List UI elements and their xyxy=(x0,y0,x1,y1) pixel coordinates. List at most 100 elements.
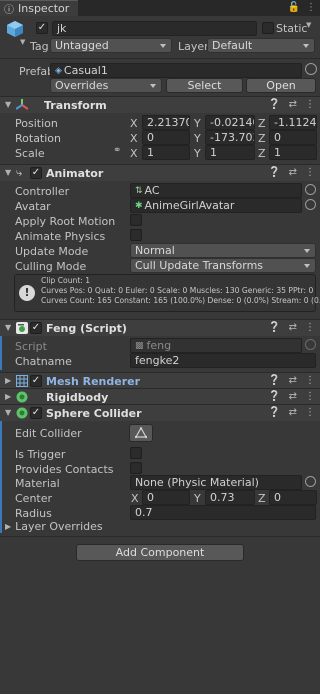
rotation-y-label[interactable]: Y xyxy=(194,132,201,145)
controller-field[interactable]: ⇅ AC xyxy=(130,183,302,198)
position-x-field[interactable]: 2.213707 xyxy=(142,115,190,130)
chatname-field[interactable]: fengke2 xyxy=(130,353,316,368)
preset-icon[interactable]: ⇄ xyxy=(289,391,297,402)
tag-label: Tag xyxy=(30,40,49,53)
preset-icon[interactable]: ⇄ xyxy=(289,375,297,386)
center-x-field[interactable]: 0 xyxy=(142,490,190,505)
static-dropdown-arrow[interactable]: ▼ xyxy=(306,21,311,29)
more-options-icon[interactable]: ⋮ xyxy=(305,391,315,402)
select-button[interactable]: Select xyxy=(166,78,243,93)
help-icon[interactable]: ❔ xyxy=(268,167,280,178)
gameobject-icon[interactable] xyxy=(6,20,24,38)
scale-x-label[interactable]: X xyxy=(130,147,138,160)
position-y-field[interactable]: -0.021404 xyxy=(205,115,255,130)
tab-inspector[interactable]: ⓘ Inspector xyxy=(0,0,78,16)
icon-dropdown-arrow[interactable]: ▼ xyxy=(20,38,25,46)
edit-collider-button[interactable] xyxy=(129,424,153,442)
animator-header[interactable]: ▼ ⤷ ✓ Animator ❔ ⇄ ⋮ xyxy=(0,164,320,181)
is-trigger-label: Is Trigger xyxy=(15,448,66,461)
scale-y-field[interactable]: 1 xyxy=(205,145,255,160)
preset-icon[interactable]: ⇄ xyxy=(289,407,297,418)
scale-z-label[interactable]: Z xyxy=(258,147,266,160)
feng-enabled-checkbox[interactable]: ✓ xyxy=(30,322,42,334)
static-checkbox[interactable] xyxy=(262,22,274,34)
more-options-icon[interactable]: ⋮ xyxy=(305,375,315,386)
prefab-target-icon[interactable] xyxy=(305,63,317,75)
collapse-arrow-icon[interactable]: ▼ xyxy=(5,100,11,109)
avatar-target-icon[interactable] xyxy=(305,199,316,210)
center-y-field[interactable]: 0.73 xyxy=(205,490,255,505)
rigidbody-header[interactable]: ▶ Rigidbody ❔ ⇄ ⋮ xyxy=(0,388,320,405)
animator-enabled-checkbox[interactable]: ✓ xyxy=(30,167,42,179)
sphere-collider-header[interactable]: ▼ ✓ Sphere Collider ❔ ⇄ ⋮ xyxy=(0,404,320,421)
layer-dropdown[interactable]: Default xyxy=(207,38,315,53)
transform-icon xyxy=(15,99,29,111)
culling-mode-label: Culling Mode xyxy=(15,260,87,273)
controller-target-icon[interactable] xyxy=(305,184,316,195)
radius-field[interactable]: 0.7 xyxy=(130,505,316,520)
feng-header[interactable]: ▼ ✓ Feng (Script) ❔ ⇄ ⋮ xyxy=(0,319,320,336)
material-target-icon[interactable] xyxy=(305,476,316,487)
provides-contacts-checkbox[interactable] xyxy=(130,462,142,474)
help-icon[interactable]: ❔ xyxy=(268,391,280,402)
collapse-arrow-icon[interactable]: ▼ xyxy=(5,323,11,332)
mesh-renderer-title: Mesh Renderer xyxy=(46,375,141,388)
position-z-field[interactable]: -1.112455 xyxy=(269,115,317,130)
expand-arrow-icon[interactable]: ▶ xyxy=(5,392,11,401)
position-x-label[interactable]: X xyxy=(130,117,138,130)
overrides-dropdown[interactable]: Overrides xyxy=(50,78,162,93)
transform-header[interactable]: ▼ Transform ❔ ⇄ ⋮ xyxy=(0,96,320,113)
avatar-field[interactable]: ✱ AnimeGirlAvatar xyxy=(130,198,302,213)
rotation-x-label[interactable]: X xyxy=(130,132,138,145)
more-options-icon[interactable]: ⋮ xyxy=(306,2,316,13)
center-z-field[interactable]: 0 xyxy=(269,490,317,505)
scale-y-label[interactable]: Y xyxy=(194,147,201,160)
center-y-label[interactable]: Y xyxy=(194,492,201,505)
static-label: Static xyxy=(276,22,308,35)
more-options-icon[interactable]: ⋮ xyxy=(305,167,315,178)
collapse-arrow-icon[interactable]: ▼ xyxy=(5,168,11,177)
object-name-field[interactable]: jk xyxy=(52,21,257,36)
rotation-z-field[interactable]: 0 xyxy=(269,130,317,145)
mesh-renderer-enabled-checkbox[interactable]: ✓ xyxy=(30,375,42,387)
open-button[interactable]: Open xyxy=(246,78,316,93)
active-checkbox[interactable]: ✓ xyxy=(36,22,48,34)
lock-icon[interactable]: 🔓 xyxy=(288,2,300,13)
help-icon[interactable]: ❔ xyxy=(268,322,280,333)
culling-mode-dropdown[interactable]: Cull Update Transforms xyxy=(130,258,316,273)
scale-x-field[interactable]: 1 xyxy=(142,145,190,160)
scale-z-field[interactable]: 1 xyxy=(269,145,317,160)
more-options-icon[interactable]: ⋮ xyxy=(305,407,315,418)
center-z-label[interactable]: Z xyxy=(258,492,266,505)
position-y-label[interactable]: Y xyxy=(194,117,201,130)
help-icon[interactable]: ❔ xyxy=(268,407,280,418)
center-x-label[interactable]: X xyxy=(131,492,139,505)
rotation-x-field[interactable]: 0 xyxy=(142,130,190,145)
scale-label: Scale xyxy=(15,147,45,160)
rotation-y-field[interactable]: -173.703 xyxy=(205,130,255,145)
link-icon[interactable]: ⚭ xyxy=(113,145,121,156)
layer-overrides-foldout[interactable]: ▶ Layer Overrides xyxy=(5,520,103,533)
is-trigger-checkbox[interactable] xyxy=(130,447,142,459)
add-component-button[interactable]: Add Component xyxy=(76,544,244,561)
collapse-arrow-icon[interactable]: ▼ xyxy=(5,408,11,417)
tag-dropdown[interactable]: Untagged xyxy=(50,38,172,53)
more-options-icon[interactable]: ⋮ xyxy=(305,99,315,110)
animator-icon: ⤷ xyxy=(16,166,23,179)
expand-arrow-icon[interactable]: ▶ xyxy=(5,376,11,385)
mesh-renderer-header[interactable]: ▶ ✓ Mesh Renderer ❔ ⇄ ⋮ xyxy=(0,372,320,389)
more-options-icon[interactable]: ⋮ xyxy=(305,322,315,333)
preset-icon[interactable]: ⇄ xyxy=(289,322,297,333)
help-icon[interactable]: ❔ xyxy=(268,375,280,386)
apply-root-motion-checkbox[interactable] xyxy=(130,214,142,226)
position-z-label[interactable]: Z xyxy=(258,117,266,130)
sphere-collider-enabled-checkbox[interactable]: ✓ xyxy=(30,407,42,419)
preset-icon[interactable]: ⇄ xyxy=(289,167,297,178)
material-field[interactable]: None (Physic Material) xyxy=(130,475,302,490)
help-icon[interactable]: ❔ xyxy=(268,99,280,110)
rotation-z-label[interactable]: Z xyxy=(258,132,266,145)
update-mode-dropdown[interactable]: Normal xyxy=(130,243,316,258)
animate-physics-checkbox[interactable] xyxy=(130,229,142,241)
preset-icon[interactable]: ⇄ xyxy=(289,99,297,110)
prefab-field[interactable]: ◈ Casual1 xyxy=(50,63,302,78)
